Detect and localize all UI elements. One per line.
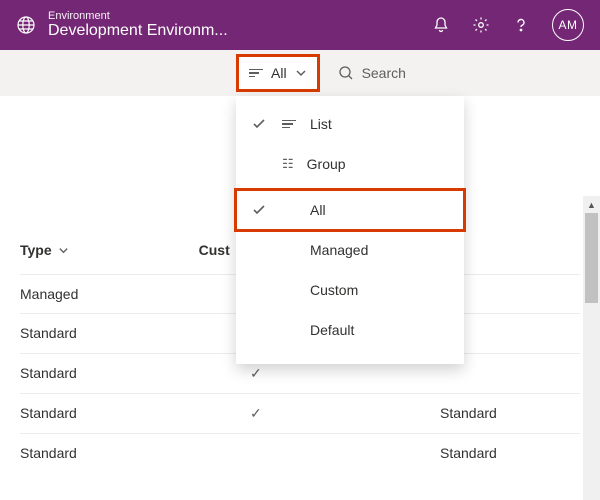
avatar[interactable]: AM [552,9,584,41]
filter-dropdown-menu: List ☷ Group All Managed Custom Default [236,96,464,364]
filter-option-all[interactable]: All [236,190,464,230]
filter-managed-label: Managed [310,242,368,258]
filter-icon [249,69,263,78]
column-type[interactable]: Type [20,242,69,258]
filter-custom-label: Custom [310,282,358,298]
search-placeholder: Search [362,65,406,81]
checkmark-icon [250,203,268,217]
vertical-scrollbar[interactable]: ▲ [583,196,600,500]
column-custom[interactable]: Cust [199,242,230,258]
search-icon [338,65,354,81]
filter-default-label: Default [310,322,354,338]
gear-icon[interactable] [472,16,490,34]
table-row[interactable]: Standard Standard [20,433,580,472]
search-box[interactable]: Search [338,65,406,81]
environment-icon [16,15,36,35]
filter-option-default[interactable]: Default [236,310,464,350]
scroll-up-arrow[interactable]: ▲ [583,196,600,213]
avatar-initials: AM [559,18,578,32]
help-icon[interactable] [512,16,530,34]
table-row[interactable]: Standard ✓ Standard [20,393,580,433]
view-option-group[interactable]: ☷ Group [236,144,464,184]
environment-block[interactable]: Environment Development Environm... [48,10,432,40]
chevron-down-icon [295,67,307,79]
environment-name: Development Environm... [48,22,432,40]
group-icon: ☷ [282,156,293,172]
chevron-down-icon [58,245,69,256]
filter-option-custom[interactable]: Custom [236,270,464,310]
filter-label: All [271,65,287,81]
list-icon [282,120,296,129]
checkmark-icon [250,117,268,131]
view-option-list[interactable]: List [236,104,464,144]
filter-dropdown-button[interactable]: All [236,54,320,92]
scroll-thumb[interactable] [585,213,598,303]
app-header: Environment Development Environm... AM [0,0,600,50]
view-group-label: Group [307,156,346,172]
toolbar: All Search [0,50,600,96]
filter-all-label: All [310,202,326,218]
bell-icon[interactable] [432,16,450,34]
view-list-label: List [310,116,332,132]
environment-label: Environment [48,10,432,22]
filter-option-managed[interactable]: Managed [236,230,464,270]
